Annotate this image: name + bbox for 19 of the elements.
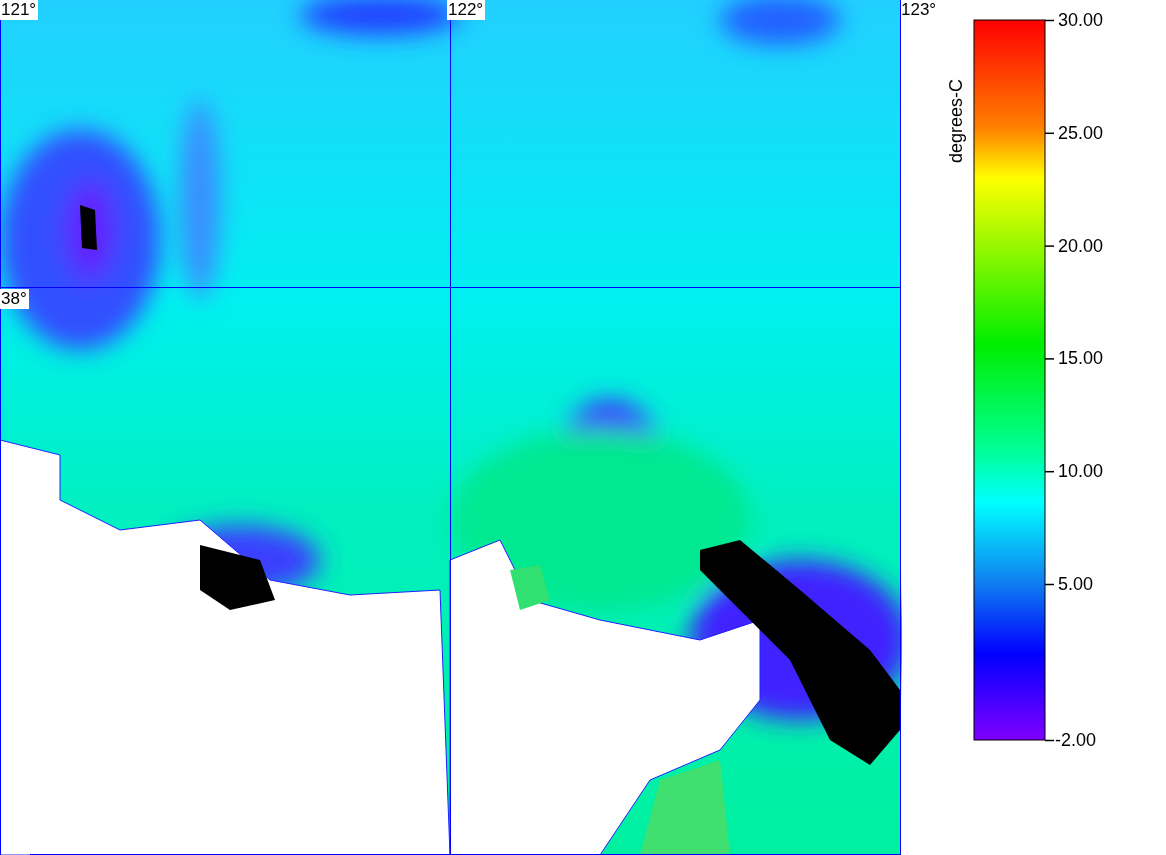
tick-label: 15.00 bbox=[1058, 348, 1104, 369]
longitude-label: 123° bbox=[900, 0, 938, 20]
tick-mark bbox=[1044, 19, 1055, 22]
tick-label: 30.00 bbox=[1058, 10, 1104, 30]
tick-mark bbox=[1044, 358, 1055, 360]
tick-mark bbox=[1044, 245, 1055, 247]
tick-mark bbox=[1044, 132, 1055, 135]
tick-label: -2.00 bbox=[1055, 730, 1097, 750]
longitude-label: 121° bbox=[0, 0, 39, 20]
tick-label: 25.00 bbox=[1058, 122, 1104, 143]
tick-mark bbox=[1044, 739, 1055, 742]
tick-label: 10.00 bbox=[1058, 461, 1104, 482]
latitude-label: 38° bbox=[0, 289, 29, 309]
unit-label: degrees-C bbox=[945, 78, 967, 163]
tick-mark bbox=[1044, 583, 1055, 586]
tick-mark bbox=[1044, 470, 1055, 473]
tick-label: 20.00 bbox=[1058, 235, 1104, 256]
tick-label: 5.00 bbox=[1058, 574, 1094, 594]
longitude-label: 122° bbox=[447, 0, 486, 20]
